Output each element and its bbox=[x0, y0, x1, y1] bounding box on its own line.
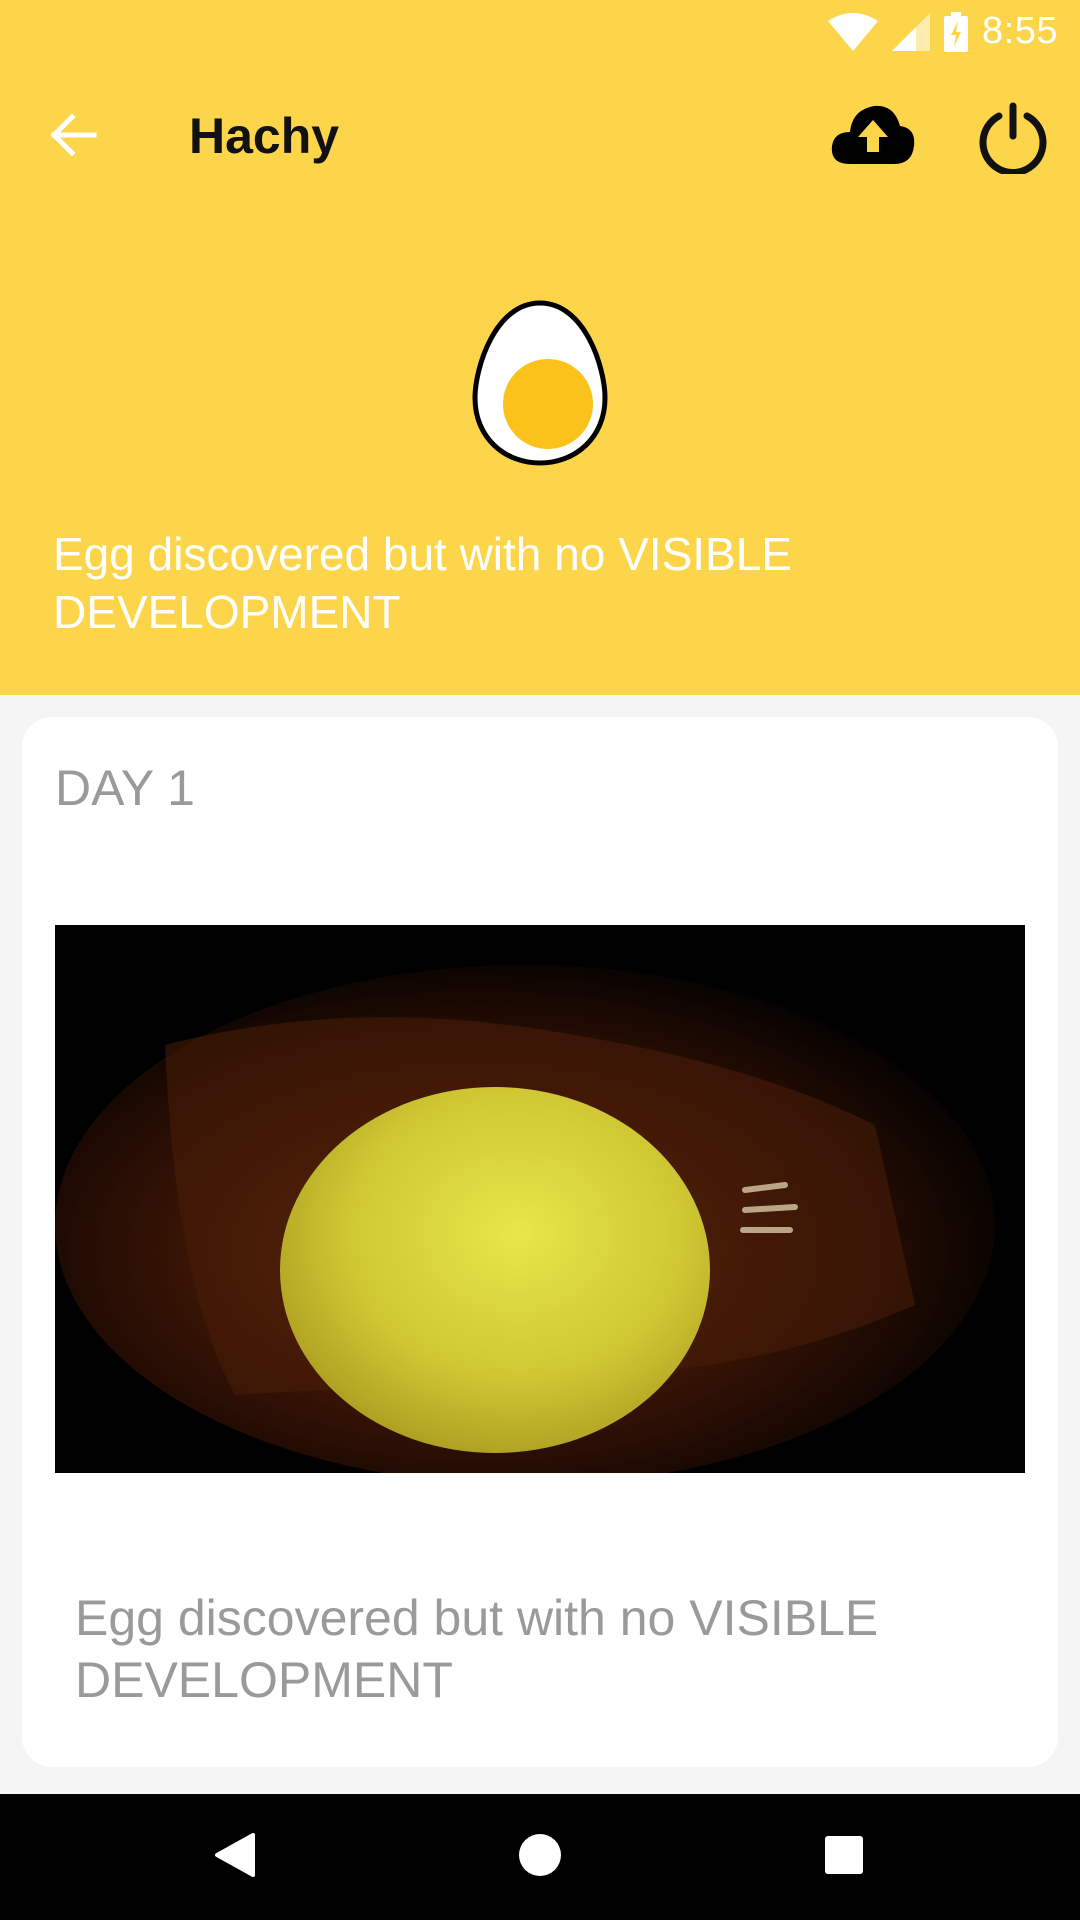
app-bar: Hachy bbox=[0, 63, 1080, 211]
home-circle-icon bbox=[518, 1833, 562, 1882]
candled-egg-photo bbox=[55, 925, 1025, 1473]
day-card[interactable]: DAY 1 Egg discovered but with no VISIBLE… bbox=[22, 717, 1058, 1767]
nav-back-button[interactable] bbox=[200, 1822, 270, 1892]
day-label: DAY 1 bbox=[55, 760, 195, 816]
card-description: Egg discovered but with no VISIBLE DEVEL… bbox=[75, 1590, 879, 1708]
egg-icon bbox=[470, 298, 610, 468]
back-button[interactable] bbox=[34, 97, 114, 177]
power-icon bbox=[977, 102, 1049, 179]
nav-home-button[interactable] bbox=[505, 1822, 575, 1892]
upload-button[interactable] bbox=[826, 96, 920, 176]
cloud-upload-icon bbox=[830, 102, 916, 171]
status-bar: 8:55 bbox=[0, 0, 1080, 63]
power-button[interactable] bbox=[968, 95, 1058, 185]
arrow-back-icon bbox=[50, 112, 98, 162]
signal-icon bbox=[892, 12, 931, 51]
back-triangle-icon bbox=[213, 1831, 257, 1884]
screen: 8:55 Hachy Egg discovered but with no VI… bbox=[0, 0, 1080, 1920]
header: Hachy Egg discovered but with no VISIBLE… bbox=[0, 63, 1080, 695]
battery-charging-icon bbox=[944, 11, 969, 52]
wifi-icon bbox=[828, 12, 879, 51]
clock: 8:55 bbox=[982, 10, 1058, 52]
recents-square-icon bbox=[823, 1834, 865, 1881]
navigation-bar bbox=[0, 1794, 1080, 1920]
app-title: Hachy bbox=[189, 108, 340, 164]
nav-recents-button[interactable] bbox=[809, 1822, 879, 1892]
status-text: Egg discovered but with no VISIBLE DEVEL… bbox=[53, 528, 792, 638]
